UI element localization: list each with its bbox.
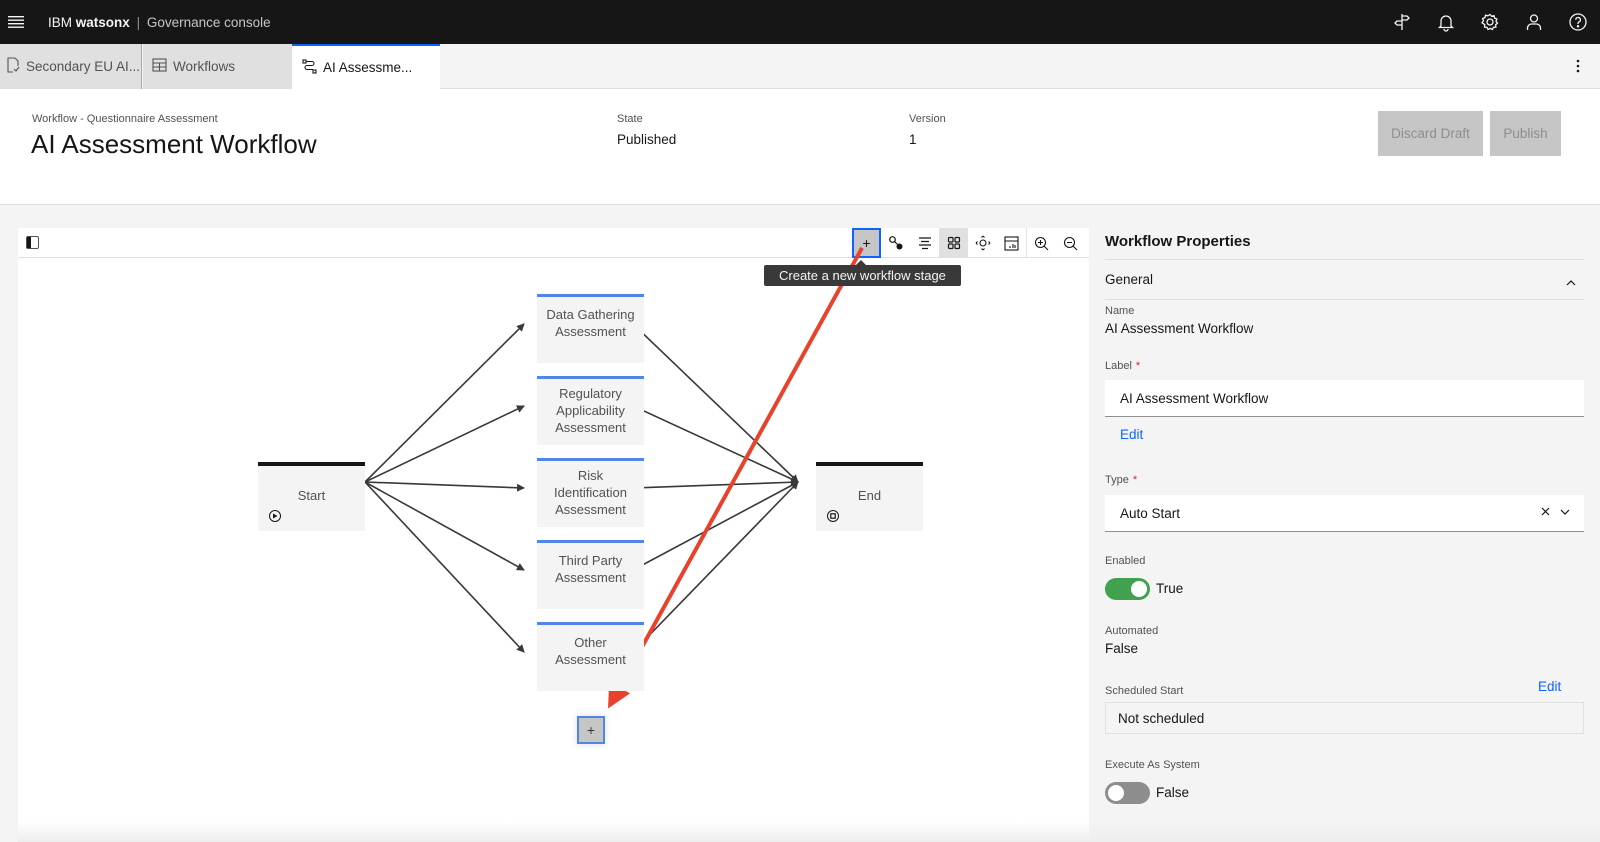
stage-label: Third Party Assessment xyxy=(555,553,626,585)
guide-signpost-icon[interactable] xyxy=(1380,0,1424,44)
tab-bar: Secondary EU AI... Workflows AI Assessme… xyxy=(0,44,1600,89)
tooltip: Create a new workflow stage xyxy=(764,260,961,286)
brand-product: watsonx xyxy=(75,14,130,30)
brand-app-name: Governance console xyxy=(146,14,271,30)
enabled-toggle[interactable] xyxy=(1105,578,1150,600)
tab-secondary-eu-ai[interactable]: Secondary EU AI... xyxy=(0,44,142,89)
label-input[interactable]: AI Assessment Workflow xyxy=(1105,380,1584,417)
page-subtitle: Workflow - Questionnaire Assessment xyxy=(32,113,218,125)
settings-gear-icon[interactable] xyxy=(1468,0,1512,44)
name-value: AI Assessment Workflow xyxy=(1105,321,1254,336)
name-label: Name xyxy=(1105,305,1135,317)
menu-icon[interactable] xyxy=(0,0,32,44)
required-mark: * xyxy=(1135,360,1141,372)
document-check-icon xyxy=(6,57,20,76)
workflow-properties-panel: Workflow Properties General Name AI Asse… xyxy=(1089,228,1600,842)
execute-as-system-toggle[interactable] xyxy=(1105,782,1150,804)
toggle-knob xyxy=(1131,581,1147,597)
edge-start-to-stage[interactable] xyxy=(364,481,525,571)
workflow-flow-icon xyxy=(302,58,317,77)
stage-label: Data Gathering Assessment xyxy=(546,307,635,339)
edge-start-to-stage[interactable] xyxy=(364,405,525,483)
state-value: Published xyxy=(617,132,677,147)
edge-stage-to-end[interactable] xyxy=(632,405,799,483)
stage-node[interactable]: Risk Identification Assessment xyxy=(537,458,644,527)
execute-as-system-label: Execute As System xyxy=(1105,759,1200,771)
version-label: Version xyxy=(909,113,946,125)
start-node[interactable]: Start xyxy=(258,462,365,531)
product-name[interactable]: IBM watsonx | Governance console xyxy=(48,15,271,30)
automated-value: False xyxy=(1105,641,1139,656)
stage-node[interactable]: Data Gathering Assessment xyxy=(537,294,644,363)
notification-bell-icon[interactable] xyxy=(1424,0,1468,44)
play-icon xyxy=(269,510,281,522)
stage-label: Regulatory Applicability Assessment xyxy=(555,385,626,435)
label-label: Label * xyxy=(1105,360,1140,372)
user-profile-icon[interactable] xyxy=(1512,0,1556,44)
start-node-label: Start xyxy=(297,488,326,503)
edge-start-to-stage[interactable] xyxy=(364,481,525,653)
type-label-text: Type xyxy=(1105,474,1129,486)
type-select-value: Auto Start xyxy=(1120,505,1181,521)
header-actions xyxy=(1380,0,1600,44)
clear-icon[interactable] xyxy=(1541,507,1550,516)
toggle-knob xyxy=(1108,785,1124,801)
bottom-shadow xyxy=(18,822,1600,842)
chevron-up-icon xyxy=(1566,274,1576,289)
tab-label: Secondary EU AI... xyxy=(26,59,141,74)
stage-node[interactable]: Other Assessment xyxy=(537,622,644,691)
stage-label: Other Assessment xyxy=(555,635,626,667)
page-title: AI Assessment Workflow xyxy=(31,129,317,159)
scheduled-start-field: Not scheduled xyxy=(1105,702,1584,734)
end-node[interactable]: End xyxy=(816,462,923,531)
stop-icon xyxy=(827,510,839,522)
chevron-down-icon[interactable] xyxy=(1560,509,1570,515)
version-value: 1 xyxy=(909,132,917,147)
plus-icon: + xyxy=(586,722,596,738)
table-icon xyxy=(152,58,167,75)
type-label: Type * xyxy=(1105,474,1137,486)
publish-button[interactable]: Publish xyxy=(1490,111,1561,156)
end-node-label: End xyxy=(857,488,882,503)
general-section-header[interactable]: General xyxy=(1105,260,1584,300)
scheduled-start-value: Not scheduled xyxy=(1118,710,1205,726)
edge-stage-to-end[interactable] xyxy=(632,481,799,653)
tab-ai-assessment[interactable]: AI Assessme... xyxy=(292,44,440,89)
edge-start-to-stage[interactable] xyxy=(364,323,525,483)
edge-stage-to-end[interactable] xyxy=(632,323,799,483)
help-icon[interactable] xyxy=(1556,0,1600,44)
select-icons xyxy=(1541,507,1570,516)
state-label: State xyxy=(617,113,643,125)
brand-ibm: IBM xyxy=(48,14,73,30)
overflow-menu-icon[interactable] xyxy=(1568,56,1588,76)
top-navigation-bar: IBM watsonx | Governance console xyxy=(0,0,1600,44)
label-label-text: Label xyxy=(1105,360,1132,372)
execute-as-system-value: False xyxy=(1156,785,1190,800)
stage-label: Risk Identification Assessment xyxy=(554,467,627,517)
stage-node[interactable]: Third Party Assessment xyxy=(537,540,644,609)
discard-draft-button[interactable]: Discard Draft xyxy=(1378,111,1483,156)
edge-start-to-stage[interactable] xyxy=(364,481,525,492)
label-edit-link[interactable]: Edit xyxy=(1120,427,1143,442)
brand-separator: | xyxy=(136,14,141,30)
enabled-label: Enabled xyxy=(1105,555,1146,567)
scheduled-start-edit-link[interactable]: Edit xyxy=(1538,679,1561,694)
panel-title: Workflow Properties xyxy=(1105,228,1584,260)
edge-stage-to-end[interactable] xyxy=(632,481,799,571)
page-header: Workflow - Questionnaire Assessment AI A… xyxy=(0,89,1600,205)
tab-label: Workflows xyxy=(173,59,236,74)
edge-stage-to-end[interactable] xyxy=(632,478,799,489)
add-stage-inline-button[interactable]: + xyxy=(577,716,605,744)
tab-label: AI Assessme... xyxy=(323,60,413,75)
label-input-value: AI Assessment Workflow xyxy=(1120,390,1269,406)
automated-label: Automated xyxy=(1105,625,1159,637)
required-mark: * xyxy=(1132,474,1138,486)
section-label: General xyxy=(1105,272,1154,287)
tab-workflows[interactable]: Workflows xyxy=(143,44,292,89)
type-select[interactable]: Auto Start xyxy=(1105,495,1584,532)
workflow-canvas[interactable]: + Start Data Gathering Assessment Regula… xyxy=(18,228,1089,842)
scheduled-start-label: Scheduled Start xyxy=(1105,685,1184,697)
stage-node[interactable]: Regulatory Applicability Assessment xyxy=(537,376,644,445)
enabled-value: True xyxy=(1156,581,1184,596)
